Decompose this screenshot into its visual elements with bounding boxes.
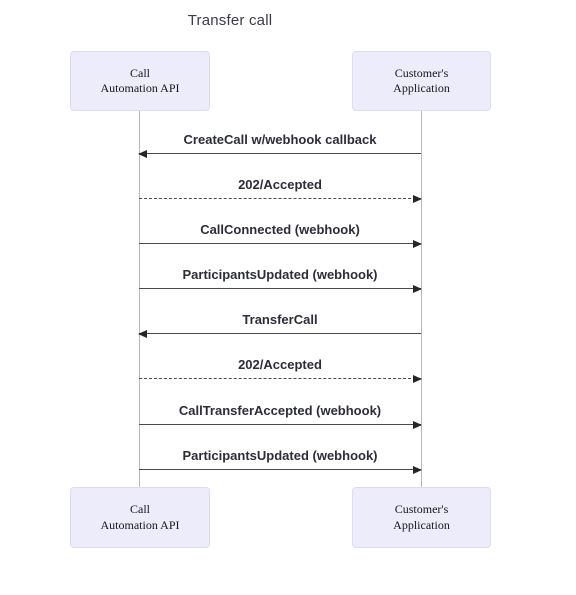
message-arrow-line xyxy=(139,420,422,429)
arrowhead-left-icon xyxy=(138,149,147,158)
message-label: 202/Accepted xyxy=(238,357,322,372)
message-label: CallConnected (webhook) xyxy=(200,222,360,237)
arrowhead-right-icon xyxy=(413,420,422,429)
participant-label: Customer's Application xyxy=(393,502,450,532)
arrowhead-right-icon xyxy=(413,284,422,293)
arrowhead-left-icon xyxy=(138,329,147,338)
message-label: 202/Accepted xyxy=(238,177,322,192)
participant-label: Call Automation API xyxy=(100,65,180,95)
message-arrow-line xyxy=(138,149,421,158)
participant-box-call-automation-api-top: Call Automation API xyxy=(70,51,210,111)
sequence-diagram: Transfer call Call Automation API Custom… xyxy=(0,0,576,595)
message-arrow-line xyxy=(139,239,422,248)
diagram-title: Transfer call xyxy=(187,12,273,29)
message-label: CallTransferAccepted (webhook) xyxy=(178,403,382,418)
participant-box-customers-application-top: Customer's Application xyxy=(352,51,491,111)
participant-label: Call Automation API xyxy=(100,502,180,532)
message-arrow-line xyxy=(138,329,421,338)
participant-label: Customer's Application xyxy=(393,65,450,95)
message-arrow-line xyxy=(139,194,422,203)
message-arrow-line xyxy=(139,284,422,293)
message-label: ParticipantsUpdated (webhook) xyxy=(182,267,378,282)
arrowhead-right-icon xyxy=(413,374,422,383)
lifeline-call-automation-api xyxy=(139,111,140,487)
arrowhead-right-icon xyxy=(413,194,422,203)
message-label: TransferCall xyxy=(242,312,318,327)
message-arrow-line xyxy=(139,465,422,474)
message-label: CreateCall w/webhook callback xyxy=(183,132,377,147)
participant-box-customers-application-bottom: Customer's Application xyxy=(352,487,491,548)
message-arrow-line xyxy=(139,374,422,383)
participant-box-call-automation-api-bottom: Call Automation API xyxy=(70,487,210,548)
message-label: ParticipantsUpdated (webhook) xyxy=(182,448,378,463)
lifeline-customers-application xyxy=(421,111,422,487)
arrowhead-right-icon xyxy=(413,239,422,248)
arrowhead-right-icon xyxy=(413,465,422,474)
